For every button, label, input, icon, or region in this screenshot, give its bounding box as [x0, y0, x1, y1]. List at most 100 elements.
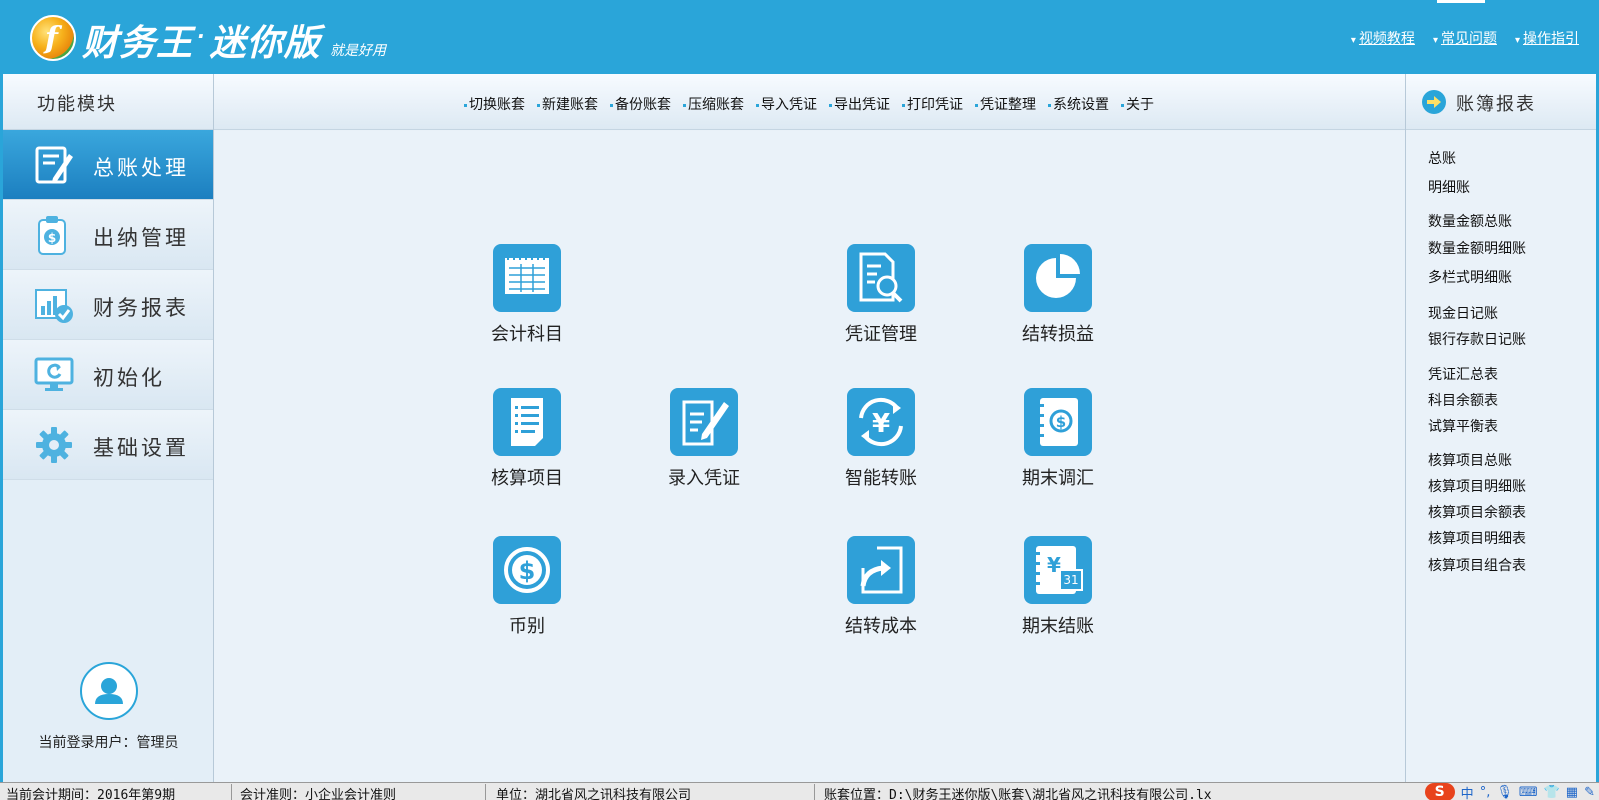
ime-chinese-indicator[interactable]: 中	[1461, 783, 1474, 800]
gear-icon	[36, 427, 72, 463]
current-user: 当前登录用户：管理员	[3, 662, 214, 752]
refresh-monitor-icon	[34, 357, 74, 391]
settings-tool-icon[interactable]: ✎	[1584, 785, 1595, 800]
list-document-icon	[493, 388, 561, 456]
sidebar-title: 功能模块	[37, 94, 117, 115]
report-link-item-balance[interactable]: 核算项目余额表	[1428, 502, 1526, 522]
window-tab-indicator	[1437, 0, 1485, 3]
func-accounting-subjects[interactable]: 会计科目	[472, 244, 582, 346]
func-currency[interactable]: $ 币别	[472, 536, 582, 638]
backup-account-set-button[interactable]: 备份账套	[610, 94, 671, 114]
status-unit: 单位：湖北省风之讯科技有限公司	[490, 784, 815, 800]
sidebar-item-basic-settings[interactable]: 基础设置	[3, 410, 213, 480]
about-button[interactable]: 关于	[1121, 94, 1154, 114]
current-user-label: 当前登录用户：管理员	[38, 735, 179, 751]
func-label: 会计科目	[491, 324, 563, 345]
guide-link[interactable]: 操作指引	[1515, 28, 1579, 48]
document-search-icon	[847, 244, 915, 312]
func-period-end-closing[interactable]: ¥ 31 期末结账	[1003, 536, 1113, 638]
app-edition: 迷你版	[209, 23, 321, 64]
toolbox-icon[interactable]: ▦	[1566, 785, 1578, 800]
yen-cycle-icon: ¥	[847, 388, 915, 456]
import-voucher-button[interactable]: 导入凭证	[756, 94, 817, 114]
export-voucher-button[interactable]: 导出凭证	[829, 94, 890, 114]
func-label: 核算项目	[491, 468, 563, 489]
svg-text:$: $	[48, 231, 56, 245]
report-link-qty-amount-general[interactable]: 数量金额总账	[1428, 211, 1512, 231]
func-label: 录入凭证	[668, 468, 740, 489]
status-accounting-period: 当前会计期间：2016年第9期	[0, 784, 232, 800]
status-bar: 当前会计期间：2016年第9期 会计准则：小企业会计准则 单位：湖北省风之讯科技…	[0, 782, 1599, 800]
func-carry-forward-cost[interactable]: 结转成本	[826, 536, 936, 638]
status-account-set-path: 账套位置：D:\财务王迷你版\账套\湖北省风之讯科技有限公司.lx	[824, 788, 1212, 800]
sidebar-item-label: 财务报表	[93, 296, 189, 320]
books-reports-title: 账簿报表	[1456, 94, 1536, 115]
sidebar-item-cashier[interactable]: $ 出纳管理	[3, 200, 213, 270]
print-voucher-button[interactable]: 打印凭证	[902, 94, 963, 114]
report-link-item-detail-ledger[interactable]: 核算项目明细账	[1428, 476, 1526, 496]
svg-text:¥: ¥	[1047, 553, 1061, 577]
func-label: 期末结账	[1022, 616, 1094, 637]
toolbar-menu: 切换账套 新建账套 备份账套 压缩账套 导入凭证 导出凭证 打印凭证 凭证整理 …	[464, 94, 1154, 114]
func-accounting-items[interactable]: 核算项目	[472, 388, 582, 490]
video-tutorial-link[interactable]: 视频教程	[1351, 28, 1415, 48]
report-link-item-detail-table[interactable]: 核算项目明细表	[1428, 528, 1526, 548]
func-label: 期末调汇	[1022, 468, 1094, 489]
sidebar-item-general-ledger[interactable]: 总账处理	[3, 130, 213, 200]
edit-document-icon	[35, 146, 73, 184]
report-link-item-general[interactable]: 核算项目总账	[1428, 450, 1512, 470]
report-link-trial-balance[interactable]: 试算平衡表	[1428, 416, 1498, 436]
dollar-book-icon: $	[1024, 388, 1092, 456]
app-logo-icon: f	[30, 15, 76, 61]
sidebar-item-label: 总账处理	[93, 156, 189, 180]
report-link-bank-journal[interactable]: 银行存款日记账	[1428, 329, 1526, 349]
func-label: 结转成本	[845, 616, 917, 637]
func-enter-voucher[interactable]: 录入凭证	[649, 388, 759, 490]
svg-text:¥: ¥	[872, 409, 890, 439]
sidebar: 功能模块 总账处理 $ 出纳管理 财务报表 初始化 基础设置 当前登录用户：管理…	[0, 74, 214, 782]
report-link-qty-amount-detail[interactable]: 数量金额明细账	[1428, 238, 1526, 258]
func-voucher-management[interactable]: 凭证管理	[826, 244, 936, 346]
skin-icon[interactable]: 👕	[1544, 785, 1560, 800]
faq-link[interactable]: 常见问题	[1433, 28, 1497, 48]
sidebar-item-initialize[interactable]: 初始化	[3, 340, 213, 410]
sidebar-item-financial-reports[interactable]: 财务报表	[3, 270, 213, 340]
pen-document-icon	[670, 388, 738, 456]
report-link-account-balance[interactable]: 科目余额表	[1428, 390, 1498, 410]
sidebar-item-label: 初始化	[93, 366, 165, 390]
new-account-set-button[interactable]: 新建账套	[537, 94, 598, 114]
report-chart-icon	[35, 289, 73, 323]
func-label: 凭证管理	[845, 324, 917, 345]
sidebar-item-label: 基础设置	[93, 436, 189, 460]
top-toolbar: 切换账套 新建账套 备份账套 压缩账套 导入凭证 导出凭证 打印凭证 凭证整理 …	[214, 74, 1405, 130]
report-link-cash-journal[interactable]: 现金日记账	[1428, 303, 1498, 323]
report-link-general-ledger[interactable]: 总账	[1428, 148, 1456, 168]
microphone-icon[interactable]: 🎙	[1496, 785, 1513, 800]
report-link-multi-column-detail[interactable]: 多栏式明细账	[1428, 267, 1512, 287]
report-link-detail-ledger[interactable]: 明细账	[1428, 177, 1470, 197]
pie-chart-icon	[1024, 244, 1092, 312]
func-label: 智能转账	[845, 468, 917, 489]
dollar-coin-icon: $	[493, 536, 561, 604]
system-settings-button[interactable]: 系统设置	[1048, 94, 1109, 114]
app-slogan: 就是好用	[330, 43, 386, 59]
function-area: 会计科目 凭证管理 结转损益 核算项目 录入凭证 ¥ 智能转账 $ 期末调汇 $…	[214, 131, 1405, 782]
svg-text:$: $	[519, 557, 536, 585]
switch-account-set-button[interactable]: 切换账套	[464, 94, 525, 114]
user-avatar-icon[interactable]	[79, 662, 138, 720]
system-tray: S 中 °, 🎙 ⌨ 👕 ▦ ✎	[1424, 783, 1595, 800]
app-name: 财务王	[82, 23, 194, 64]
report-link-voucher-summary[interactable]: 凭证汇总表	[1428, 364, 1498, 384]
report-link-item-combination[interactable]: 核算项目组合表	[1428, 555, 1526, 575]
organize-voucher-button[interactable]: 凭证整理	[975, 94, 1036, 114]
func-carry-forward-profit-loss[interactable]: 结转损益	[1003, 244, 1113, 346]
keyboard-icon[interactable]: ⌨	[1519, 785, 1538, 800]
func-smart-transfer[interactable]: ¥ 智能转账	[826, 388, 936, 490]
ime-logo-icon[interactable]: S	[1424, 783, 1455, 800]
books-reports-header: 账簿报表	[1406, 74, 1596, 130]
app-title: 财务王 · 迷你版	[82, 23, 321, 64]
func-period-end-exchange[interactable]: $ 期末调汇	[1003, 388, 1113, 490]
punctuation-icon[interactable]: °,	[1480, 785, 1491, 800]
sidebar-header: 功能模块	[3, 74, 213, 130]
compress-account-set-button[interactable]: 压缩账套	[683, 94, 744, 114]
